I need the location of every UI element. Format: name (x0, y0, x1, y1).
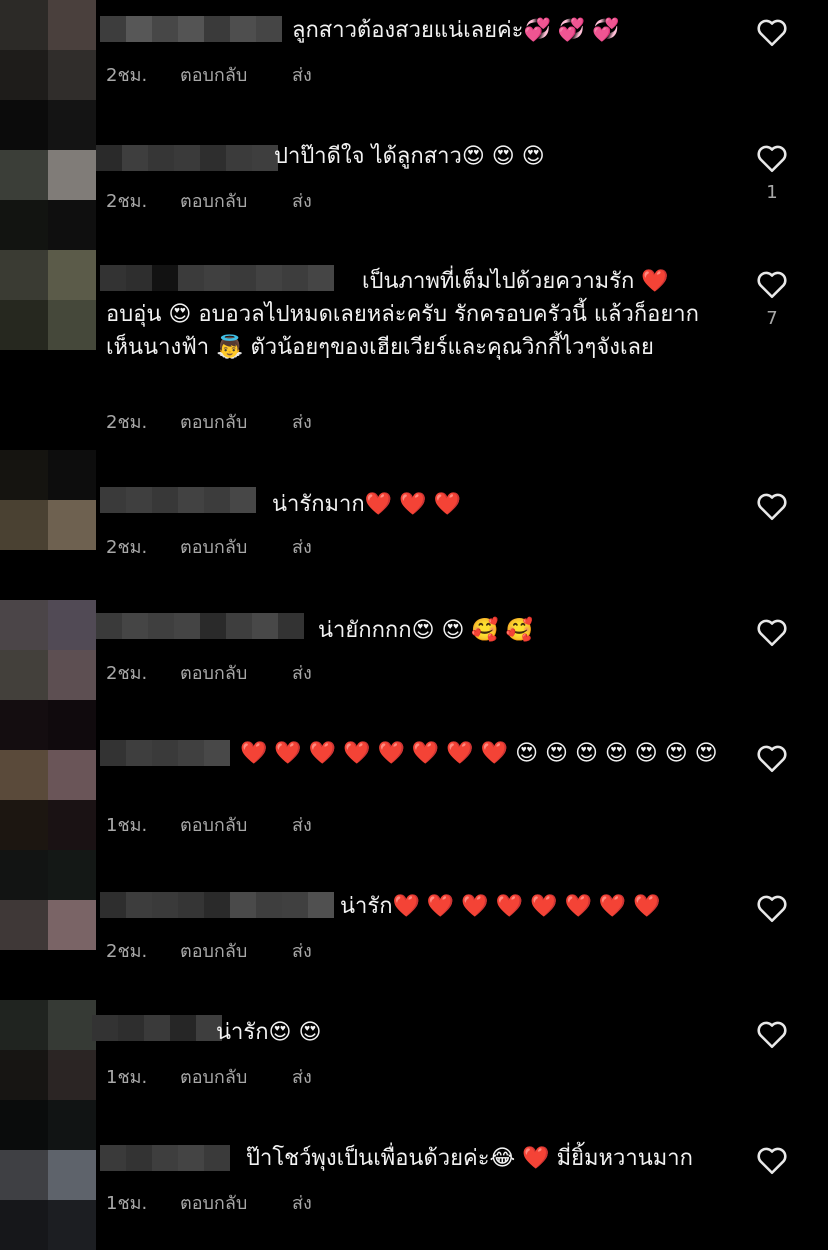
comment-text: ป๊าโชว์พุงเป็นเพื่อนด้วยค่ะ😂 ❤️ มี่ยิ้มห… (246, 1146, 693, 1171)
reply-button[interactable]: ตอบกลับ (180, 658, 292, 687)
avatar[interactable] (0, 150, 48, 200)
send-button[interactable]: ส่ง (292, 532, 312, 561)
comment-text: เป็นภาพที่เต็มไปด้วยความรัก ❤️ อบอุ่น 😍 … (106, 269, 699, 360)
comment-time: 1ชม. (106, 1193, 148, 1214)
username-blurred[interactable] (100, 1145, 230, 1171)
avatar[interactable] (0, 0, 48, 50)
avatar[interactable] (0, 1000, 48, 1050)
comment-text: น่ารัก❤️ ❤️ ❤️ ❤️ ❤️ ❤️ ❤️ ❤️ (340, 894, 661, 919)
like-heart-icon[interactable] (754, 14, 790, 50)
avatar[interactable] (0, 600, 48, 650)
comment-time: 2ชม. (106, 65, 148, 86)
send-button[interactable]: ส่ง (292, 810, 312, 839)
comment-meta: 1ชม. ตอบกลับ ส่ง (106, 810, 312, 839)
send-button[interactable]: ส่ง (292, 407, 312, 436)
comment-time: 1ชม. (106, 1067, 148, 1088)
reply-button[interactable]: ตอบกลับ (180, 60, 292, 89)
comment-meta: 1ชม. ตอบกลับ ส่ง (106, 1062, 312, 1091)
send-button[interactable]: ส่ง (292, 1188, 312, 1217)
comment-time: 1ชม. (106, 815, 148, 836)
reply-button[interactable]: ตอบกลับ (180, 936, 292, 965)
reply-button[interactable]: ตอบกลับ (180, 1062, 292, 1091)
comment-meta: 2ชม. ตอบกลับ ส่ง (106, 936, 312, 965)
comment-text: ลูกสาวต้องสวยแน่เลยค่ะ💞 💞 💞 (292, 18, 620, 43)
comment-time: 2ชม. (106, 663, 148, 684)
comment-text: ปาป๊าดีใจ ได้ลูกสาว😍 😍 😍 (274, 144, 545, 169)
like-heart-icon[interactable] (754, 140, 790, 176)
like-heart-icon[interactable] (754, 614, 790, 650)
send-button[interactable]: ส่ง (292, 658, 312, 687)
comment-meta: 2ชม. ตอบกลับ ส่ง (106, 186, 312, 215)
comment-time: 2ชม. (106, 537, 148, 558)
username-blurred[interactable] (92, 1015, 222, 1041)
avatar[interactable] (0, 750, 48, 800)
like-count: 7 (766, 308, 778, 329)
reply-button[interactable]: ตอบกลับ (180, 1188, 292, 1217)
like-heart-icon[interactable] (754, 488, 790, 524)
like-heart-icon[interactable] (754, 890, 790, 926)
comment-text: น่ายักกกก😍 😍 🥰 🥰 (318, 618, 534, 643)
comment-meta: 2ชม. ตอบกลับ ส่ง (106, 532, 312, 561)
avatar[interactable] (0, 500, 48, 550)
avatar[interactable] (0, 250, 48, 300)
username-blurred[interactable] (100, 892, 334, 918)
reply-button[interactable]: ตอบกลับ (180, 532, 292, 561)
comment-text: น่ารักมาก❤️ ❤️ ❤️ (272, 492, 461, 517)
username-blurred[interactable] (100, 16, 282, 42)
comment-time: 2ชม. (106, 941, 148, 962)
username-blurred[interactable] (96, 145, 278, 171)
send-button[interactable]: ส่ง (292, 936, 312, 965)
like-heart-icon[interactable] (754, 1142, 790, 1178)
send-button[interactable]: ส่ง (292, 60, 312, 89)
reply-button[interactable]: ตอบกลับ (180, 810, 292, 839)
like-heart-icon[interactable] (754, 740, 790, 776)
comment-time: 2ชม. (106, 412, 148, 433)
like-heart-icon[interactable] (754, 1016, 790, 1052)
comment-meta: 2ชม. ตอบกลับ ส่ง (106, 60, 312, 89)
username-blurred[interactable] (100, 487, 256, 513)
send-button[interactable]: ส่ง (292, 186, 312, 215)
reply-button[interactable]: ตอบกลับ (180, 407, 292, 436)
like-count: 1 (766, 182, 778, 203)
comment-text: ❤️ ❤️ ❤️ ❤️ ❤️ ❤️ ❤️ ❤️ 😍 😍 😍 😍 😍 😍 😍 (240, 741, 718, 766)
reply-button[interactable]: ตอบกลับ (180, 186, 292, 215)
send-button[interactable]: ส่ง (292, 1062, 312, 1091)
comment-meta: 2ชม. ตอบกลับ ส่ง (106, 658, 312, 687)
avatar[interactable] (0, 1150, 48, 1200)
avatar-column (0, 0, 96, 1250)
username-blurred[interactable] (96, 613, 304, 639)
comment-meta: 1ชม. ตอบกลับ ส่ง (106, 1188, 312, 1217)
comment-meta: 2ชม. ตอบกลับ ส่ง (106, 407, 312, 436)
like-heart-icon[interactable] (754, 266, 790, 302)
comment-time: 2ชม. (106, 191, 148, 212)
comment-text: น่ารัก😍 😍 (216, 1020, 322, 1045)
avatar[interactable] (0, 900, 48, 950)
